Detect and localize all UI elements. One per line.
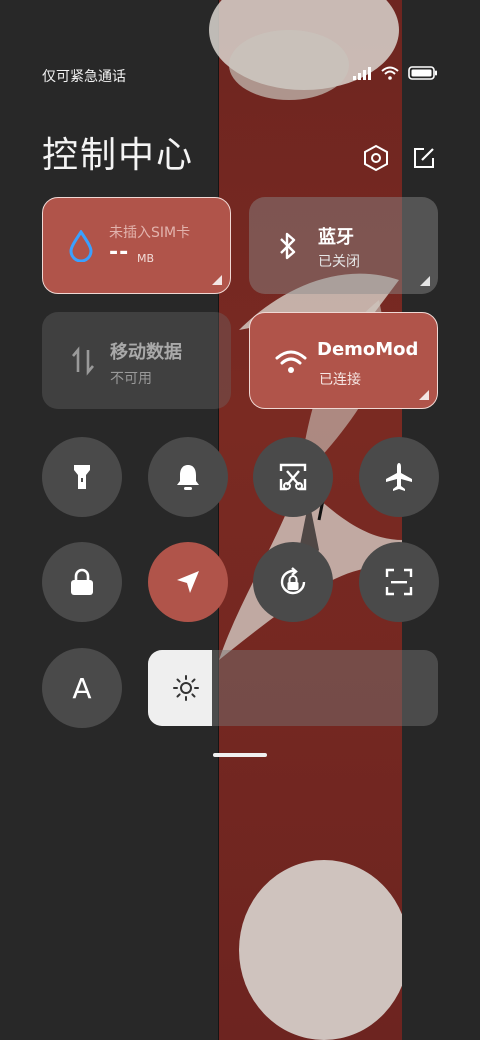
- data-tile-title: 未插入SIM卡: [109, 225, 191, 241]
- scan-icon: [385, 568, 413, 596]
- rotation-lock-icon: [280, 567, 306, 595]
- data-tile-value: --: [109, 240, 130, 265]
- airplane-icon: [386, 463, 412, 491]
- settings-hexagon-icon[interactable]: [362, 144, 390, 172]
- data-usage-tile[interactable]: 未插入SIM卡 -- MB: [42, 197, 231, 294]
- home-indicator[interactable]: [213, 753, 267, 757]
- screenshot-toggle[interactable]: [253, 437, 333, 517]
- expand-corner-icon: [420, 276, 430, 286]
- silent-toggle[interactable]: [148, 437, 228, 517]
- location-icon: [177, 571, 199, 593]
- wifi-tile[interactable]: DemoMod 已连接: [249, 312, 438, 409]
- screenshot-scissors-icon: [279, 463, 307, 491]
- flashlight-icon: [74, 465, 90, 489]
- airplane-mode-toggle[interactable]: [359, 437, 439, 517]
- font-size-label: A: [72, 671, 92, 705]
- expand-corner-icon: [212, 275, 222, 285]
- wifi-icon: [275, 350, 307, 373]
- data-tile-unit: MB: [137, 252, 155, 265]
- sun-icon: [173, 675, 199, 701]
- expand-corner-icon: [419, 390, 429, 400]
- font-size-button[interactable]: A: [42, 648, 122, 728]
- bluetooth-tile[interactable]: 蓝牙 已关闭: [249, 197, 438, 294]
- signal-icon: [353, 67, 371, 80]
- carrier-status-text: 仅可紧急通话: [42, 69, 126, 85]
- status-icons: [352, 66, 438, 80]
- wifi-network-name: DemoMod: [317, 339, 419, 360]
- brightness-slider[interactable]: [148, 650, 438, 726]
- wifi-status: 已连接: [319, 372, 361, 388]
- location-toggle[interactable]: [148, 542, 228, 622]
- battery-icon: [408, 66, 437, 80]
- water-drop-icon: [69, 230, 93, 262]
- mobile-data-status: 不可用: [110, 371, 152, 387]
- data-arrows-icon: [72, 346, 94, 376]
- mobile-data-tile[interactable]: 移动数据 不可用: [42, 312, 231, 409]
- bell-icon: [177, 465, 199, 490]
- bluetooth-status: 已关闭: [318, 254, 360, 270]
- edit-icon[interactable]: [410, 144, 438, 172]
- page-title: 控制中心: [42, 135, 195, 176]
- bluetooth-title: 蓝牙: [318, 227, 354, 248]
- bluetooth-icon: [280, 232, 296, 260]
- flashlight-toggle[interactable]: [42, 437, 122, 517]
- mobile-data-title: 移动数据: [110, 342, 182, 363]
- lock-icon: [71, 568, 93, 595]
- rotation-lock-toggle[interactable]: [253, 542, 333, 622]
- scanner-toggle[interactable]: [359, 542, 439, 622]
- wifi-icon: [381, 66, 399, 80]
- screen-lock-toggle[interactable]: [42, 542, 122, 622]
